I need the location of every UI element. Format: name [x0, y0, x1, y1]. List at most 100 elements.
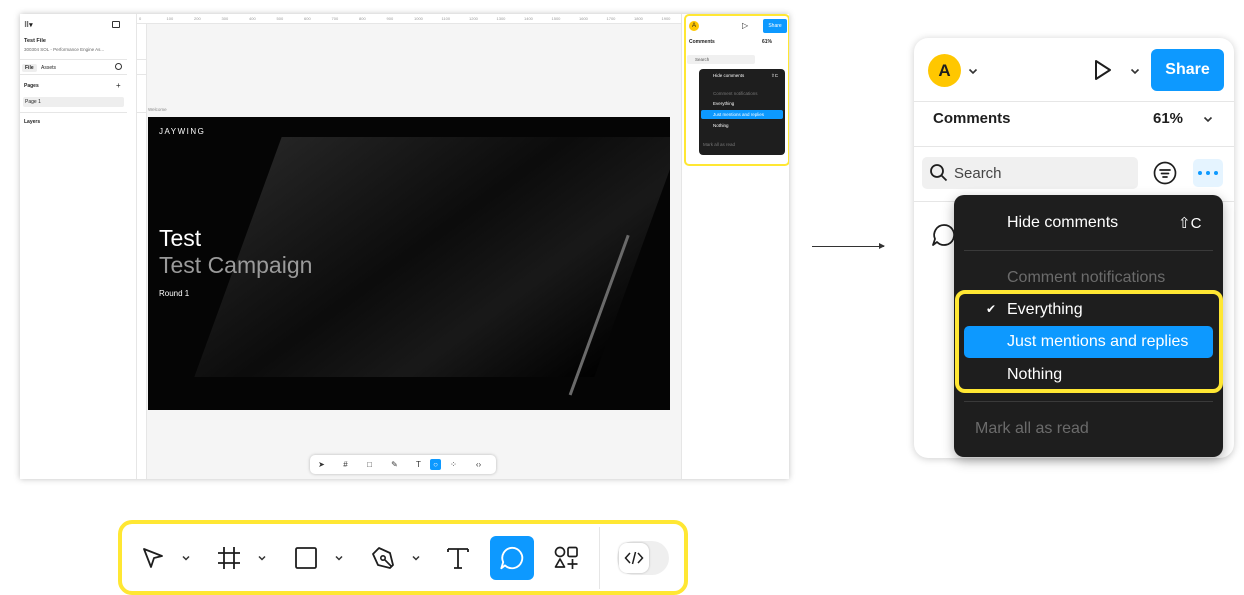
chevron-down-icon[interactable]: [334, 553, 344, 563]
frame-label[interactable]: Welcome: [148, 107, 167, 112]
code-icon: [624, 551, 644, 565]
chevron-down-icon[interactable]: [257, 553, 267, 563]
toggle-panel-icon[interactable]: [112, 21, 120, 28]
share-button[interactable]: Share: [1151, 49, 1224, 91]
search-icon[interactable]: [115, 63, 122, 70]
comment-tool-icon: [500, 546, 524, 570]
menu-separator: [964, 401, 1213, 402]
ruler-tick-label: 500: [276, 16, 284, 21]
ruler-tick-label: 800: [359, 16, 366, 21]
ruler-tick-label: 200: [194, 16, 201, 21]
dot-icon: [1206, 171, 1210, 175]
move-tool-icon[interactable]: ➤: [316, 459, 327, 470]
pages-heading: Pages: [24, 83, 39, 89]
ruler-tick-label: 1300: [496, 16, 506, 21]
dot-icon: [1214, 171, 1218, 175]
toggle-knob: [619, 543, 649, 573]
more-options-button[interactable]: [1193, 159, 1223, 187]
horizontal-ruler: 0 100 200 300 400 500 600 700 800 900 1000 1100 1200…: [137, 14, 681, 24]
ruler-tick-label: 600: [304, 16, 311, 21]
ruler-tick-label: 400: [249, 16, 256, 21]
chevron-down-icon[interactable]: [181, 553, 191, 563]
highlight-box: [684, 14, 789, 166]
chevron-down-icon[interactable]: [1203, 114, 1213, 124]
dev-mode-toggle[interactable]: [617, 541, 669, 575]
frame-tool-icon: [218, 547, 240, 569]
chevron-down-icon[interactable]: [1130, 66, 1140, 76]
pen-tool-icon: [372, 547, 394, 569]
ruler-tick-label: 1200: [469, 16, 478, 21]
ruler-tick-label: 1800: [634, 16, 643, 21]
frame-brand: JAYWING: [159, 127, 206, 136]
right-panel: A ▷ Share Comments 61% Search Hide comme…: [681, 14, 789, 479]
actions-tool-button[interactable]: [544, 536, 588, 580]
layers-heading: Layers: [24, 119, 41, 125]
filter-icon[interactable]: [1152, 160, 1178, 186]
pen-tool-icon[interactable]: ✎: [389, 459, 400, 470]
ruler-tick-label: 1400: [524, 16, 533, 21]
comments-title: Comments: [933, 110, 1011, 127]
highlight-box: [955, 290, 1223, 393]
ruler-tick-label: 1100: [441, 16, 451, 21]
tab-assets[interactable]: Assets: [38, 64, 59, 72]
avatar[interactable]: A: [928, 54, 961, 87]
figma-logo-icon[interactable]: ⠿▾: [24, 21, 33, 29]
ruler-tick-label: 700: [331, 16, 339, 21]
dev-mode-icon[interactable]: ‹›: [473, 459, 484, 470]
shortcut-label: ⇧C: [1178, 215, 1202, 232]
search-icon: [930, 164, 948, 182]
text-tool-icon: [447, 548, 469, 569]
actions-tool-icon[interactable]: ⁘: [448, 459, 459, 470]
shape-tool-button[interactable]: [284, 536, 328, 580]
comments-dropdown-menu: Hide comments ⇧C Comment notifications ✔…: [954, 195, 1223, 457]
play-icon[interactable]: [1090, 58, 1114, 82]
frame-title: Test: [159, 225, 202, 251]
toolbar-separator: [599, 527, 600, 589]
add-page-icon[interactable]: +: [116, 81, 121, 90]
tab-file[interactable]: File: [22, 64, 37, 72]
pen-tool-button[interactable]: [361, 536, 405, 580]
ruler-tick-label: 1600: [579, 16, 588, 21]
ruler-tick-label: 1500: [551, 16, 561, 21]
editor-screenshot: ⠿▾ Test File 300304 SOL - Performance En…: [20, 14, 789, 479]
move-tool-button[interactable]: [131, 536, 175, 580]
menu-item-mark-all-read[interactable]: Mark all as read: [975, 420, 1089, 438]
actions-tool-icon: [554, 546, 578, 569]
ruler-tick-label: 1900: [661, 16, 671, 21]
ruler-tick-label: 300: [221, 16, 229, 21]
ruler-tick-label: 1700: [606, 16, 616, 21]
frame-tool-button[interactable]: [207, 536, 251, 580]
chevron-down-icon[interactable]: [968, 66, 978, 76]
mini-toolbar: ➤ # □ ✎ T ○ ⁘ ‹›: [310, 455, 496, 474]
arrow-connector: [812, 243, 885, 249]
ruler-tick-label: 1000: [414, 16, 423, 21]
search-input[interactable]: [954, 162, 1124, 184]
file-project: 300304 SOL - Performance Engine As...: [24, 47, 105, 52]
zoomed-toolbar: [126, 527, 682, 589]
menu-section-header: Comment notifications: [1007, 269, 1166, 286]
frame-subtitle: Test Campaign: [159, 252, 313, 278]
welcome-frame[interactable]: JAYWING Test Test Campaign Round 1: [148, 117, 670, 410]
shape-tool-icon[interactable]: □: [364, 459, 375, 470]
rectangle-tool-icon: [295, 547, 317, 569]
ruler-tick-label: 900: [386, 16, 394, 21]
menu-separator: [964, 250, 1213, 251]
ruler-tick-label: 100: [166, 16, 174, 21]
comment-tool-button[interactable]: [490, 536, 534, 580]
chevron-down-icon[interactable]: [411, 553, 421, 563]
frame-round: Round 1: [159, 289, 190, 298]
ruler-tick-label: 0: [139, 16, 142, 21]
search-box[interactable]: [922, 157, 1138, 189]
comment-tool-icon[interactable]: ○: [430, 459, 441, 470]
divider: [914, 146, 1234, 147]
text-tool-button[interactable]: [436, 536, 480, 580]
file-name[interactable]: Test File: [24, 38, 46, 44]
text-tool-icon[interactable]: T: [413, 459, 424, 470]
frame-tool-icon[interactable]: #: [340, 459, 351, 470]
zoom-level[interactable]: 61%: [1153, 110, 1183, 127]
menu-item-hide-comments[interactable]: Hide comments: [1007, 214, 1118, 232]
move-tool-icon: [143, 548, 163, 568]
dot-icon: [1198, 171, 1202, 175]
page-item[interactable]: Page 1: [23, 97, 124, 107]
vertical-ruler: [127, 14, 137, 479]
